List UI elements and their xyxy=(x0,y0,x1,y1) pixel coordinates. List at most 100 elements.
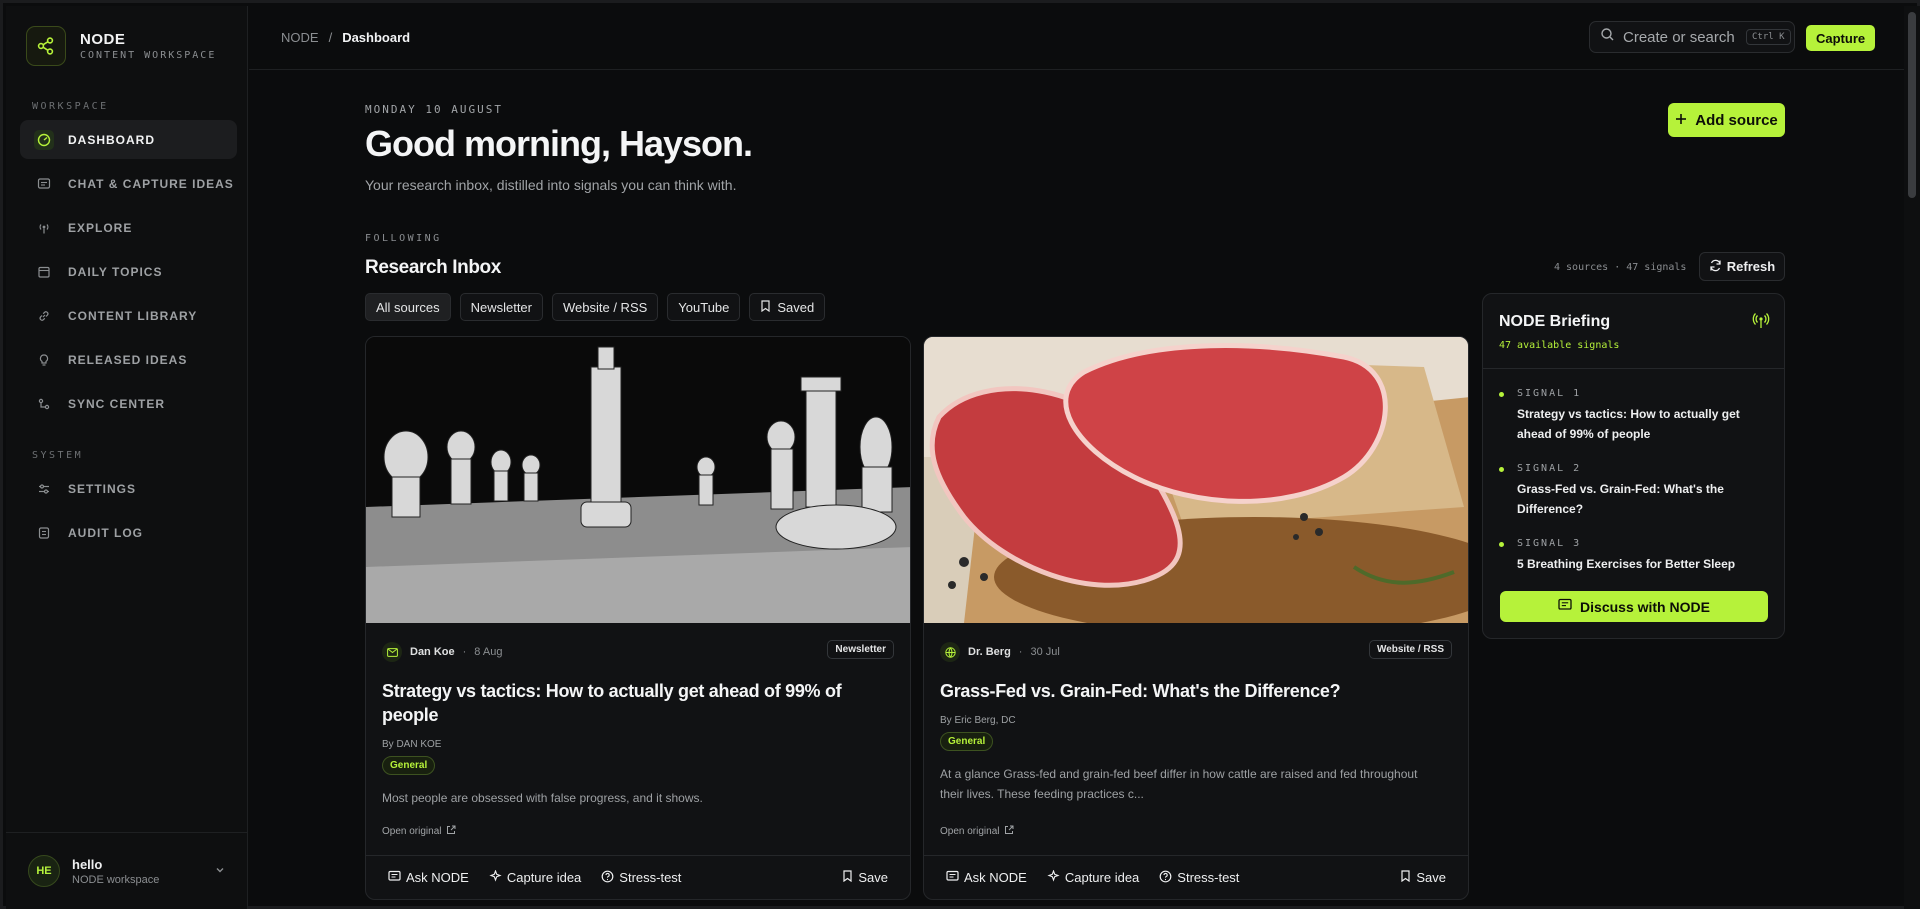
search-icon xyxy=(1600,27,1615,47)
filter-website-rss[interactable]: Website / RSS xyxy=(552,293,659,321)
workspace-section-label: WORKSPACE xyxy=(32,101,109,112)
topbar: NODE / Dashboard Ctrl K Capture xyxy=(249,6,1904,70)
chevron-down-icon[interactable] xyxy=(214,863,226,881)
save-button[interactable]: Save xyxy=(842,870,888,885)
user-workspace: NODE workspace xyxy=(72,873,160,886)
gauge-icon xyxy=(34,129,54,150)
card-image-chess xyxy=(366,337,910,623)
scrollbar-thumb[interactable] xyxy=(1908,12,1916,198)
open-original-label: Open original xyxy=(382,826,442,837)
sidebar-item-label: SETTINGS xyxy=(68,481,137,496)
discuss-with-node-button[interactable]: Discuss with NODE xyxy=(1500,591,1768,622)
source-name[interactable]: Dr. Berg xyxy=(968,646,1011,658)
signal-card[interactable]: Dr. Berg · 30 Jul Website / RSS Grass-Fe… xyxy=(923,336,1469,900)
search-input[interactable] xyxy=(1623,28,1738,46)
card-excerpt: Most people are obsessed with false prog… xyxy=(382,791,703,805)
card-date: 8 Aug xyxy=(474,646,503,658)
filter-saved[interactable]: Saved xyxy=(749,293,826,321)
discuss-label: Discuss with NODE xyxy=(1580,598,1710,615)
bookmark-icon xyxy=(760,299,771,315)
card-title[interactable]: Grass-Fed vs. Grain-Fed: What's the Diff… xyxy=(940,679,1428,703)
sidebar-item-released-ideas[interactable]: RELEASED IDEAS xyxy=(20,340,237,379)
scrollbar[interactable] xyxy=(1904,6,1920,909)
chat-icon xyxy=(34,174,54,194)
log-icon xyxy=(34,523,54,543)
save-button[interactable]: Save xyxy=(1400,870,1446,885)
avatar: HE xyxy=(28,855,60,887)
capture-idea-button[interactable]: Capture idea xyxy=(1047,868,1139,886)
card-excerpt: At a glance Grass-fed and grain-fed beef… xyxy=(940,767,1418,801)
signal-card[interactable]: Dan Koe · 8 Aug Newsletter Strategy vs t… xyxy=(365,336,911,900)
sidebar-item-audit-log[interactable]: AUDIT LOG xyxy=(20,513,237,552)
brand-subtitle: CONTENT WORKSPACE xyxy=(80,50,217,61)
ask-node-button[interactable]: Ask NODE xyxy=(388,870,469,886)
chat-icon xyxy=(946,870,959,886)
user-menu[interactable]: HE hello NODE workspace xyxy=(6,832,248,909)
source-type-badge: Website / RSS xyxy=(1368,640,1452,659)
open-original-link[interactable]: Open original xyxy=(382,825,456,838)
refresh-button[interactable]: Refresh xyxy=(1699,252,1785,281)
add-source-button[interactable]: Add source xyxy=(1668,103,1785,137)
node-briefing-panel: NODE Briefing 47 available signals SIGNA… xyxy=(1482,293,1785,639)
card-title[interactable]: Strategy vs tactics: How to actually get… xyxy=(382,679,870,727)
breadcrumb-current: Dashboard xyxy=(342,30,411,45)
card-byline: By Eric Berg, DC xyxy=(940,715,1016,726)
signal-dot xyxy=(1499,467,1504,472)
filter-saved-label: Saved xyxy=(777,299,815,315)
sidebar-item-content-library[interactable]: CONTENT LIBRARY xyxy=(20,296,237,335)
source-name[interactable]: Dan Koe xyxy=(410,646,455,658)
capture-idea-label: Capture idea xyxy=(506,870,582,885)
brand[interactable]: NODE CONTENT WORKSPACE xyxy=(26,26,216,66)
source-filters: All sources Newsletter Website / RSS You… xyxy=(365,293,826,321)
breadcrumb-root[interactable]: NODE xyxy=(281,30,319,45)
stress-test-button[interactable]: Stress-test xyxy=(1159,870,1239,886)
sidebar-item-settings[interactable]: SETTINGS xyxy=(20,469,237,508)
search-shortcut: Ctrl K xyxy=(1746,29,1791,45)
search-box[interactable]: Ctrl K xyxy=(1589,21,1795,53)
capture-idea-button[interactable]: Capture idea xyxy=(489,868,582,886)
chat-icon xyxy=(1558,598,1572,615)
ask-node-button[interactable]: Ask NODE xyxy=(946,870,1027,886)
calendar-icon xyxy=(34,262,54,282)
sidebar-item-label: CHAT & CAPTURE IDEAS xyxy=(68,176,234,191)
following-label: FOLLOWING xyxy=(365,233,442,244)
sidebar-item-label: RELEASED IDEAS xyxy=(68,352,188,367)
dot-separator: · xyxy=(462,646,467,658)
sidebar-item-explore[interactable]: EXPLORE xyxy=(20,208,237,247)
save-label: Save xyxy=(858,870,888,885)
signal-dot xyxy=(1499,542,1504,547)
ask-node-label: Ask NODE xyxy=(406,870,469,885)
sidebar-item-daily-topics[interactable]: DAILY TOPICS xyxy=(20,252,237,291)
sidebar-item-sync-center[interactable]: SYNC CENTER xyxy=(20,384,237,423)
save-label: Save xyxy=(1416,870,1446,885)
card-image-steaks xyxy=(924,337,1468,623)
antenna-icon xyxy=(1752,312,1770,335)
sliders-icon xyxy=(34,479,54,499)
card-byline: By DAN KOE xyxy=(382,739,442,750)
filter-all-sources[interactable]: All sources xyxy=(365,293,451,321)
chat-icon xyxy=(388,870,401,886)
add-source-label: Add source xyxy=(1695,111,1778,129)
lightbulb-icon xyxy=(34,350,54,370)
sidebar-item-label: EXPLORE xyxy=(68,220,133,235)
topic-tag[interactable]: General xyxy=(940,732,994,751)
source-type-badge: Newsletter xyxy=(827,640,894,659)
broadcast-icon xyxy=(34,218,54,238)
divider xyxy=(1483,368,1784,369)
filter-youtube[interactable]: YouTube xyxy=(667,293,741,321)
bookmark-icon xyxy=(842,870,853,885)
sidebar-item-label: SYNC CENTER xyxy=(68,396,166,411)
sidebar-item-label: AUDIT LOG xyxy=(68,525,143,540)
capture-button[interactable]: Capture xyxy=(1806,25,1876,51)
topic-tag[interactable]: General xyxy=(382,756,436,775)
external-link-icon xyxy=(1004,825,1014,838)
external-link-icon xyxy=(446,825,456,838)
sidebar-item-dashboard[interactable]: DASHBOARD xyxy=(20,120,237,159)
filter-newsletter[interactable]: Newsletter xyxy=(459,293,543,321)
refresh-icon xyxy=(1709,259,1722,275)
stress-test-button[interactable]: Stress-test xyxy=(601,870,681,886)
open-original-link[interactable]: Open original xyxy=(940,825,1014,838)
briefing-count: 47 available signals xyxy=(1499,340,1620,351)
sidebar-item-chat-capture[interactable]: CHAT & CAPTURE IDEAS xyxy=(20,164,237,203)
card-meta: Dan Koe · 8 Aug xyxy=(382,642,502,662)
